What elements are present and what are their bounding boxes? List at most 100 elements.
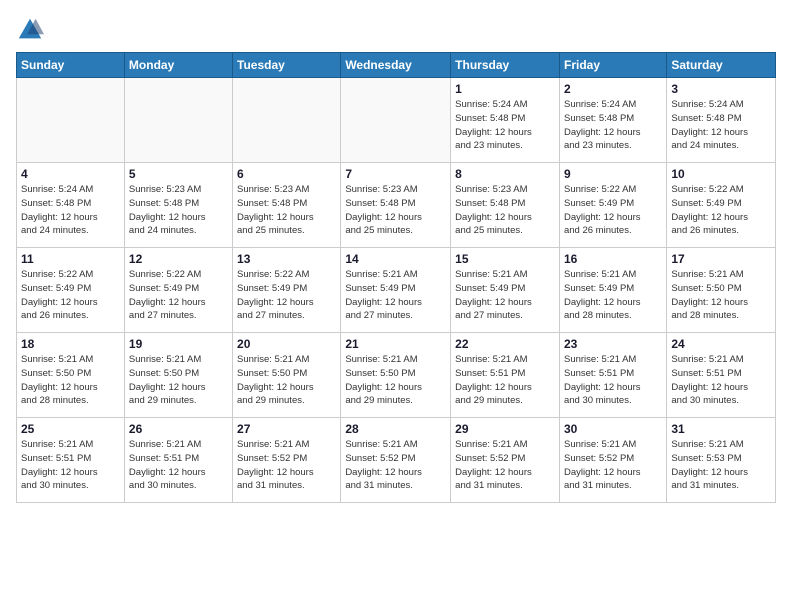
day-number: 28: [345, 422, 446, 436]
day-number: 23: [564, 337, 662, 351]
calendar-day-cell: 27 Sunrise: 5:21 AM Sunset: 5:52 PM Dayli…: [233, 418, 341, 503]
day-info: Sunrise: 5:22 AM Sunset: 5:49 PM Dayligh…: [237, 268, 336, 323]
logo-icon: [16, 16, 44, 44]
day-info: Sunrise: 5:21 AM Sunset: 5:53 PM Dayligh…: [671, 438, 771, 493]
calendar-day-cell: 28Sunrise: 5:21 AM Sunset: 5:52 PM Dayli…: [341, 418, 451, 503]
calendar-day-cell: 26 Sunrise: 5:21 AM Sunset: 5:51 PM Dayli…: [124, 418, 232, 503]
day-info: Sunrise: 5:22 AM Sunset: 5:49 PM Dayligh…: [129, 268, 228, 323]
calendar-day-cell: 10 Sunrise: 5:22 AM Sunset: 5:49 PM Dayli…: [667, 163, 776, 248]
day-info: Sunrise: 5:24 AM Sunset: 5:48 PM Dayligh…: [21, 183, 120, 238]
day-info: Sunrise: 5:21 AM Sunset: 5:51 PM Dayligh…: [564, 353, 662, 408]
day-number: 18: [21, 337, 120, 351]
calendar-day-header: Friday: [559, 53, 666, 78]
day-info: Sunrise: 5:23 AM Sunset: 5:48 PM Dayligh…: [455, 183, 555, 238]
day-info: Sunrise: 5:21 AM Sunset: 5:50 PM Dayligh…: [671, 268, 771, 323]
day-number: 20: [237, 337, 336, 351]
day-info: Sunrise: 5:21 AM Sunset: 5:50 PM Dayligh…: [129, 353, 228, 408]
day-info: Sunrise: 5:21 AM Sunset: 5:51 PM Dayligh…: [21, 438, 120, 493]
calendar-day-cell: 14 Sunrise: 5:21 AM Sunset: 5:49 PM Dayli…: [341, 248, 451, 333]
calendar-day-header: Saturday: [667, 53, 776, 78]
calendar-day-header: Wednesday: [341, 53, 451, 78]
day-number: 14: [345, 252, 446, 266]
calendar: SundayMondayTuesdayWednesdayThursdayFrid…: [16, 52, 776, 503]
day-number: 26: [129, 422, 228, 436]
calendar-day-cell: 22Sunrise: 5:21 AM Sunset: 5:51 PM Dayli…: [451, 333, 560, 418]
day-info: Sunrise: 5:21 AM Sunset: 5:50 PM Dayligh…: [237, 353, 336, 408]
day-number: 19: [129, 337, 228, 351]
calendar-week-row: 18 Sunrise: 5:21 AM Sunset: 5:50 PM Dayli…: [17, 333, 776, 418]
calendar-day-cell: 12 Sunrise: 5:22 AM Sunset: 5:49 PM Dayli…: [124, 248, 232, 333]
calendar-day-cell: 7 Sunrise: 5:23 AM Sunset: 5:48 PM Daylig…: [341, 163, 451, 248]
calendar-day-cell: 15 Sunrise: 5:21 AM Sunset: 5:49 PM Dayli…: [451, 248, 560, 333]
calendar-week-row: 11 Sunrise: 5:22 AM Sunset: 5:49 PM Dayli…: [17, 248, 776, 333]
day-info: Sunrise: 5:21 AM Sunset: 5:52 PM Dayligh…: [455, 438, 555, 493]
day-number: 15: [455, 252, 555, 266]
day-info: Sunrise: 5:21 AM Sunset: 5:49 PM Dayligh…: [345, 268, 446, 323]
day-info: Sunrise: 5:21 AM Sunset: 5:49 PM Dayligh…: [455, 268, 555, 323]
day-info: Sunrise: 5:21 AM Sunset: 5:52 PM Dayligh…: [237, 438, 336, 493]
day-number: 29: [455, 422, 555, 436]
day-info: Sunrise: 5:24 AM Sunset: 5:48 PM Dayligh…: [455, 98, 555, 153]
calendar-day-cell: 20 Sunrise: 5:21 AM Sunset: 5:50 PM Dayli…: [233, 333, 341, 418]
day-number: 6: [237, 167, 336, 181]
calendar-day-cell: 18 Sunrise: 5:21 AM Sunset: 5:50 PM Dayli…: [17, 333, 125, 418]
calendar-day-cell: 29 Sunrise: 5:21 AM Sunset: 5:52 PM Dayli…: [451, 418, 560, 503]
day-number: 8: [455, 167, 555, 181]
calendar-day-header: Tuesday: [233, 53, 341, 78]
day-info: Sunrise: 5:21 AM Sunset: 5:49 PM Dayligh…: [564, 268, 662, 323]
calendar-day-cell: 4 Sunrise: 5:24 AM Sunset: 5:48 PM Daylig…: [17, 163, 125, 248]
calendar-day-cell: 30 Sunrise: 5:21 AM Sunset: 5:52 PM Dayli…: [559, 418, 666, 503]
calendar-day-cell: 16 Sunrise: 5:21 AM Sunset: 5:49 PM Dayli…: [559, 248, 666, 333]
calendar-day-cell: 24Sunrise: 5:21 AM Sunset: 5:51 PM Dayli…: [667, 333, 776, 418]
calendar-day-cell: 1 Sunrise: 5:24 AM Sunset: 5:48 PM Daylig…: [451, 78, 560, 163]
day-info: Sunrise: 5:21 AM Sunset: 5:50 PM Dayligh…: [345, 353, 446, 408]
day-number: 5: [129, 167, 228, 181]
calendar-day-cell: 13 Sunrise: 5:22 AM Sunset: 5:49 PM Dayli…: [233, 248, 341, 333]
calendar-day-cell: [233, 78, 341, 163]
day-number: 4: [21, 167, 120, 181]
day-number: 25: [21, 422, 120, 436]
day-number: 12: [129, 252, 228, 266]
day-number: 16: [564, 252, 662, 266]
day-info: Sunrise: 5:24 AM Sunset: 5:48 PM Dayligh…: [564, 98, 662, 153]
day-number: 30: [564, 422, 662, 436]
calendar-day-cell: 23 Sunrise: 5:21 AM Sunset: 5:51 PM Dayli…: [559, 333, 666, 418]
calendar-day-cell: 31Sunrise: 5:21 AM Sunset: 5:53 PM Dayli…: [667, 418, 776, 503]
day-info: Sunrise: 5:21 AM Sunset: 5:51 PM Dayligh…: [671, 353, 771, 408]
day-number: 11: [21, 252, 120, 266]
day-number: 2: [564, 82, 662, 96]
calendar-week-row: 4 Sunrise: 5:24 AM Sunset: 5:48 PM Daylig…: [17, 163, 776, 248]
day-number: 3: [671, 82, 771, 96]
day-number: 21: [345, 337, 446, 351]
calendar-day-cell: [124, 78, 232, 163]
day-number: 27: [237, 422, 336, 436]
day-info: Sunrise: 5:22 AM Sunset: 5:49 PM Dayligh…: [564, 183, 662, 238]
day-number: 7: [345, 167, 446, 181]
calendar-week-row: 1 Sunrise: 5:24 AM Sunset: 5:48 PM Daylig…: [17, 78, 776, 163]
calendar-day-cell: 25 Sunrise: 5:21 AM Sunset: 5:51 PM Dayli…: [17, 418, 125, 503]
day-info: Sunrise: 5:23 AM Sunset: 5:48 PM Dayligh…: [129, 183, 228, 238]
calendar-day-cell: 5 Sunrise: 5:23 AM Sunset: 5:48 PM Daylig…: [124, 163, 232, 248]
calendar-day-header: Thursday: [451, 53, 560, 78]
day-number: 10: [671, 167, 771, 181]
day-info: Sunrise: 5:21 AM Sunset: 5:51 PM Dayligh…: [455, 353, 555, 408]
calendar-day-cell: [17, 78, 125, 163]
day-number: 1: [455, 82, 555, 96]
calendar-header-row: SundayMondayTuesdayWednesdayThursdayFrid…: [17, 53, 776, 78]
day-number: 13: [237, 252, 336, 266]
calendar-day-cell: 3Sunrise: 5:24 AM Sunset: 5:48 PM Daylig…: [667, 78, 776, 163]
calendar-day-cell: 6 Sunrise: 5:23 AM Sunset: 5:48 PM Daylig…: [233, 163, 341, 248]
calendar-day-cell: 9 Sunrise: 5:22 AM Sunset: 5:49 PM Daylig…: [559, 163, 666, 248]
day-info: Sunrise: 5:23 AM Sunset: 5:48 PM Dayligh…: [237, 183, 336, 238]
calendar-day-cell: 19 Sunrise: 5:21 AM Sunset: 5:50 PM Dayli…: [124, 333, 232, 418]
calendar-day-cell: 2 Sunrise: 5:24 AM Sunset: 5:48 PM Daylig…: [559, 78, 666, 163]
calendar-day-header: Sunday: [17, 53, 125, 78]
day-info: Sunrise: 5:21 AM Sunset: 5:50 PM Dayligh…: [21, 353, 120, 408]
day-info: Sunrise: 5:23 AM Sunset: 5:48 PM Dayligh…: [345, 183, 446, 238]
day-number: 9: [564, 167, 662, 181]
calendar-day-cell: 17 Sunrise: 5:21 AM Sunset: 5:50 PM Dayli…: [667, 248, 776, 333]
day-info: Sunrise: 5:21 AM Sunset: 5:52 PM Dayligh…: [564, 438, 662, 493]
day-number: 17: [671, 252, 771, 266]
day-info: Sunrise: 5:21 AM Sunset: 5:51 PM Dayligh…: [129, 438, 228, 493]
day-info: Sunrise: 5:22 AM Sunset: 5:49 PM Dayligh…: [671, 183, 771, 238]
